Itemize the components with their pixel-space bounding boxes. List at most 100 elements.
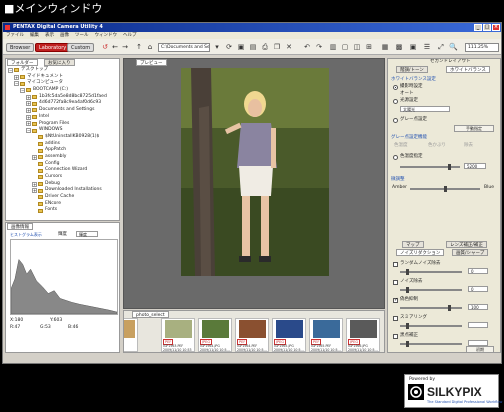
- expand-toggle-icon[interactable]: [32, 202, 37, 207]
- wb-preset-radio[interactable]: [393, 99, 398, 104]
- second-layout-label[interactable]: セカンドレイアウト: [430, 59, 471, 65]
- nr-value[interactable]: 100: [468, 304, 488, 310]
- expand-toggle-icon[interactable]: −: [8, 67, 13, 73]
- tree-item[interactable]: − BOOTCAMP (C:): [6, 87, 119, 94]
- thumbnail-image[interactable]: [239, 320, 266, 338]
- menu-view[interactable]: 表示: [45, 33, 54, 38]
- thumbnail-image[interactable]: [313, 320, 340, 338]
- thumbnail-item[interactable]: JPEG IGP1966.JPG 2009/11/10 10:5…: [346, 318, 380, 352]
- nr-value[interactable]: [468, 322, 488, 328]
- tree-item[interactable]: + Intel: [6, 114, 119, 121]
- preview-photo[interactable]: [181, 68, 329, 276]
- thumbnail-image[interactable]: [350, 320, 377, 338]
- expand-toggle-icon[interactable]: [32, 135, 37, 140]
- copy-icon[interactable]: ❐: [273, 43, 281, 52]
- tree-item[interactable]: − デスクトップ: [6, 67, 119, 74]
- expand-toggle-icon[interactable]: +: [26, 114, 31, 120]
- menu-image[interactable]: 画像: [60, 33, 69, 38]
- thumbnail-item[interactable]: PEF IGP1965.PEF 2009/11/10 10:5…: [309, 318, 343, 352]
- expand-toggle-icon[interactable]: −: [14, 81, 19, 87]
- expand-toggle-icon[interactable]: −: [26, 128, 31, 134]
- split-view-icon[interactable]: ◫: [353, 43, 361, 52]
- rotate-ccw-icon[interactable]: ↶: [303, 43, 311, 52]
- dropdown-arrow-icon[interactable]: ▾: [213, 43, 221, 52]
- expand-toggle-icon[interactable]: [32, 168, 37, 173]
- nr-slider[interactable]: [400, 305, 462, 311]
- tab-favorites[interactable]: お気に入り: [44, 59, 75, 66]
- fine-slider[interactable]: [410, 186, 480, 192]
- expand-toggle-icon[interactable]: +: [32, 188, 37, 194]
- nr-slider[interactable]: [400, 287, 462, 293]
- rotate-cw-icon[interactable]: ↷: [315, 43, 323, 52]
- custom-mode-button[interactable]: Custom: [67, 43, 95, 52]
- minimize-button[interactable]: _: [474, 24, 482, 31]
- tree-item[interactable]: + Program Files: [6, 121, 119, 128]
- expand-toggle-icon[interactable]: +: [14, 74, 19, 80]
- expand-toggle-icon[interactable]: +: [26, 121, 31, 127]
- menu-tools[interactable]: ツール: [75, 33, 89, 38]
- print-icon[interactable]: ⎙: [261, 43, 269, 52]
- tab-white-balance[interactable]: ホワイトバランス: [446, 66, 490, 73]
- menu-file[interactable]: ファイル: [6, 33, 24, 38]
- tab-image-info[interactable]: 画像情報: [7, 223, 33, 230]
- tree-item[interactable]: Connection Wizard: [6, 167, 119, 174]
- home-icon[interactable]: ⌂: [146, 43, 154, 52]
- compare-icon[interactable]: ⊞: [365, 43, 373, 52]
- grid-large-icon[interactable]: ▩: [395, 43, 403, 52]
- nr-slider[interactable]: [400, 269, 462, 275]
- nr-checkbox[interactable]: [393, 262, 398, 267]
- expand-toggle-icon[interactable]: +: [26, 101, 31, 107]
- thumbnail-icon[interactable]: ▣: [409, 43, 417, 52]
- expand-toggle-icon[interactable]: [32, 175, 37, 180]
- wb-gray-radio[interactable]: [393, 118, 398, 123]
- zoom-select[interactable]: 111.25%: [465, 43, 499, 52]
- nr-checkbox[interactable]: [393, 334, 398, 339]
- up-arrow-icon[interactable]: ↑: [135, 43, 143, 52]
- tree-item[interactable]: Cursors: [6, 174, 119, 181]
- refresh-icon[interactable]: ⟳: [225, 43, 233, 52]
- thumbnail-image[interactable]: [276, 320, 303, 338]
- thumbnail-item[interactable]: …: [124, 318, 138, 352]
- tab-lens-correction[interactable]: レンズ補正/補正: [446, 241, 487, 248]
- expand-toggle-icon[interactable]: [32, 148, 37, 153]
- menu-edit[interactable]: 編集: [30, 33, 39, 38]
- expand-toggle-icon[interactable]: +: [32, 154, 37, 160]
- laboratory-mode-button[interactable]: Laboratory: [35, 43, 71, 52]
- tree-item[interactable]: Fonts: [6, 207, 119, 214]
- nr-slider[interactable]: [400, 323, 462, 329]
- expand-toggle-icon[interactable]: +: [26, 94, 31, 100]
- tree-item[interactable]: + Documents and Settings: [6, 107, 119, 114]
- maximize-button[interactable]: □: [483, 24, 491, 31]
- nr-checkbox[interactable]: [393, 316, 398, 321]
- fit-icon[interactable]: ⤢: [437, 43, 445, 52]
- nr-value[interactable]: 0: [468, 286, 488, 292]
- expand-toggle-icon[interactable]: [32, 195, 37, 200]
- expand-toggle-icon[interactable]: −: [20, 87, 25, 93]
- tree-item[interactable]: ENcore: [6, 201, 119, 208]
- expand-toggle-icon[interactable]: [32, 141, 37, 146]
- rotate-left-icon[interactable]: ↺: [101, 43, 109, 52]
- thumbnail-item[interactable]: JPEG IGP1964.JPG 2009/11/10 10:5…: [198, 318, 232, 352]
- browser-mode-button[interactable]: Browser: [6, 43, 35, 52]
- wb-preset-select[interactable]: 太陽光: [400, 106, 450, 112]
- tree-item[interactable]: AppPatch: [6, 147, 119, 154]
- nr-checkbox[interactable]: [393, 280, 398, 285]
- menu-window[interactable]: ウィンドウ: [95, 33, 118, 38]
- folder-icon[interactable]: ▤: [249, 43, 257, 52]
- list-view-icon[interactable]: ☰: [423, 43, 431, 52]
- nr-checkbox[interactable]: [393, 297, 398, 303]
- thumbnail-item[interactable]: JPEG IGP1965.JPG 2009/11/10 10:5…: [272, 318, 306, 352]
- nr-slider[interactable]: [400, 341, 462, 347]
- channel-select[interactable]: 輝度: [76, 231, 98, 237]
- tab-folders[interactable]: フォルダー: [7, 59, 38, 66]
- tab-noise-reduction[interactable]: ノイズリダクション: [396, 249, 445, 256]
- temp-value[interactable]: 5200: [464, 163, 486, 169]
- zoom-icon[interactable]: 🔍: [449, 43, 458, 52]
- expand-toggle-icon[interactable]: [32, 208, 37, 213]
- back-arrow-icon[interactable]: ←: [111, 43, 119, 52]
- path-input[interactable]: C:\Documents and Setti: [158, 43, 210, 52]
- tree-item[interactable]: + assembly: [6, 154, 119, 161]
- single-view-icon[interactable]: ▢: [341, 43, 349, 52]
- tab-map[interactable]: マップ: [402, 241, 424, 248]
- expand-toggle-icon[interactable]: +: [32, 181, 37, 187]
